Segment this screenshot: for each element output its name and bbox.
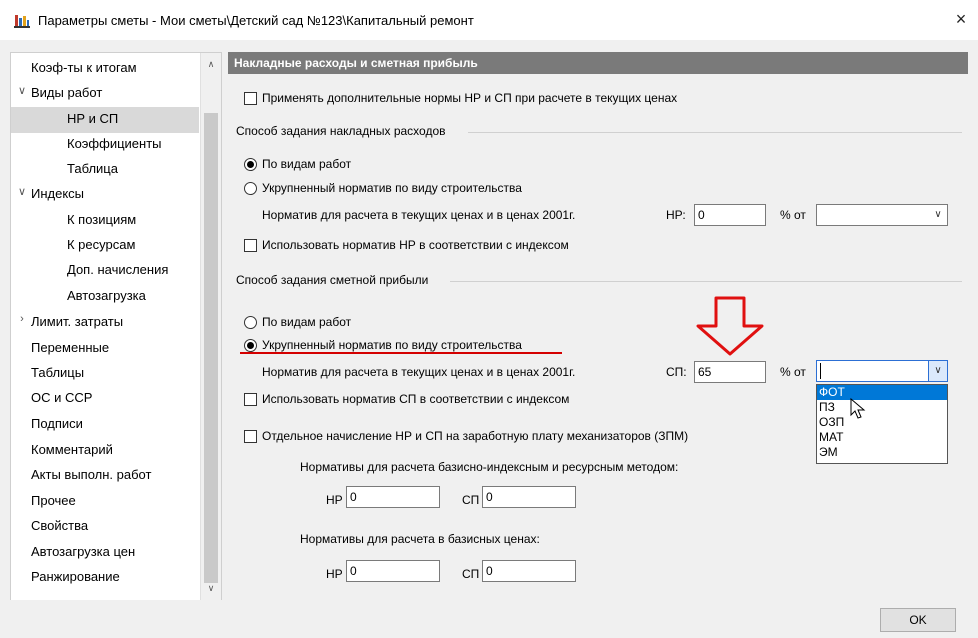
overhead-aggregated-label: Укрупненный норматив по виду строительст… bbox=[262, 181, 522, 195]
annotation-arrow-icon bbox=[696, 296, 764, 356]
base-price-sp-label: СП bbox=[462, 567, 480, 581]
scroll-down-icon[interactable]: ∨ bbox=[204, 583, 218, 597]
dropdown-option[interactable]: ОЗП bbox=[817, 415, 947, 430]
tree-item-limit-costs[interactable]: Лимит. затраты bbox=[31, 311, 123, 333]
annotation-underline bbox=[240, 352, 562, 354]
base-price-sp-input[interactable]: 0 bbox=[482, 560, 576, 582]
text-cursor bbox=[820, 363, 821, 379]
overhead-by-work-types-label: По видам работ bbox=[262, 157, 352, 171]
tree-item-acts[interactable]: Акты выполн. работ bbox=[31, 464, 151, 486]
sp-label: СП: bbox=[666, 365, 687, 379]
separate-charge-label: Отдельное начисление НР и СП на заработн… bbox=[262, 429, 689, 443]
hr-base-select[interactable]: ∨ bbox=[816, 204, 948, 226]
profit-aggregated-label: Укрупненный норматив по виду строительст… bbox=[262, 338, 522, 352]
sp-percent-of-label: % от bbox=[780, 365, 806, 379]
chevron-right-icon[interactable]: › bbox=[15, 313, 29, 325]
sp-base-dropdown-list[interactable]: ФОТ ПЗ ОЗП МАТ ЭМ bbox=[816, 384, 948, 464]
app-icon bbox=[14, 14, 30, 28]
window-title: Параметры сметы - Мои сметы\Детский сад … bbox=[38, 13, 474, 28]
ok-button[interactable]: OK bbox=[880, 608, 956, 632]
scrollbar-thumb[interactable] bbox=[204, 113, 218, 583]
dialog-window: Параметры сметы - Мои сметы\Детский сад … bbox=[0, 0, 978, 638]
sp-input[interactable]: 65 bbox=[694, 361, 766, 383]
base-price-hr-label: НР bbox=[326, 567, 343, 581]
use-hr-index-label: Использовать норматив НР в соответствии … bbox=[262, 238, 569, 252]
tree-item-comment[interactable]: Комментарий bbox=[31, 439, 113, 461]
hr-percent-of-label: % от bbox=[780, 208, 806, 222]
close-icon[interactable]: × bbox=[952, 10, 970, 28]
settings-tree: Коэф-ты к итогам ∨ Виды работ НР и СП Ко… bbox=[10, 52, 222, 602]
tree-item-work-types[interactable]: Виды работ bbox=[31, 82, 102, 104]
title-bar: Параметры сметы - Мои сметы\Детский сад … bbox=[0, 0, 978, 40]
profit-norm-label: Норматив для расчета в текущих ценах и в… bbox=[262, 365, 576, 379]
use-hr-index-checkbox[interactable] bbox=[244, 239, 257, 252]
tree-item-autoload[interactable]: Автозагрузка bbox=[67, 285, 146, 307]
base-index-sp-input[interactable]: 0 bbox=[482, 486, 576, 508]
profit-by-work-types-label: По видам работ bbox=[262, 315, 352, 329]
overhead-by-work-types-radio[interactable] bbox=[244, 158, 257, 171]
apply-additional-norms-label: Применять дополнительные нормы НР и СП п… bbox=[262, 91, 678, 105]
overhead-norm-label: Норматив для расчета в текущих ценах и в… bbox=[262, 208, 576, 222]
hr-label: НР: bbox=[666, 208, 686, 222]
panel-header: Накладные расходы и сметная прибыль bbox=[228, 52, 968, 74]
base-price-hr-input[interactable]: 0 bbox=[346, 560, 440, 582]
tree-item-hr-sp[interactable]: НР и СП bbox=[67, 108, 118, 130]
use-sp-index-checkbox[interactable] bbox=[244, 393, 257, 406]
profit-by-work-types-radio[interactable] bbox=[244, 316, 257, 329]
base-index-hr-input[interactable]: 0 bbox=[346, 486, 440, 508]
sp-base-select[interactable]: ∨ bbox=[816, 360, 948, 382]
chevron-down-icon[interactable]: ∨ bbox=[15, 185, 29, 198]
dropdown-option[interactable]: ПЗ bbox=[817, 400, 947, 415]
sidebar-scrollbar[interactable]: ∧ ∨ bbox=[200, 53, 221, 601]
base-index-norms-title: Нормативы для расчета базисно-индексным … bbox=[300, 460, 679, 474]
scroll-up-icon[interactable]: ∧ bbox=[204, 59, 218, 73]
dropdown-option[interactable]: МАТ bbox=[817, 430, 947, 445]
tree-item-tables[interactable]: Таблицы bbox=[31, 362, 84, 384]
dialog-footer bbox=[0, 600, 978, 638]
base-index-sp-label: СП bbox=[462, 493, 480, 507]
base-index-hr-label: НР bbox=[326, 493, 343, 507]
tree-item-other[interactable]: Прочее bbox=[31, 490, 76, 512]
chevron-down-icon[interactable]: ∨ bbox=[929, 205, 947, 225]
overhead-group-title: Способ задания накладных расходов bbox=[236, 124, 446, 138]
use-sp-index-label: Использовать норматив СП в соответствии … bbox=[262, 392, 570, 406]
group-divider bbox=[450, 281, 962, 282]
tree-item-to-positions[interactable]: К позициям bbox=[67, 209, 136, 231]
apply-additional-norms-checkbox[interactable] bbox=[244, 92, 257, 105]
profit-group-title: Способ задания сметной прибыли bbox=[236, 273, 429, 287]
chevron-down-icon[interactable]: ∨ bbox=[928, 361, 947, 381]
mouse-pointer-icon bbox=[850, 398, 866, 419]
base-price-norms-title: Нормативы для расчета в базисных ценах: bbox=[300, 532, 540, 546]
dropdown-option[interactable]: ФОТ bbox=[817, 385, 947, 400]
tree-item-to-resources[interactable]: К ресурсам bbox=[67, 234, 135, 256]
tree-item-os-ssr[interactable]: ОС и ССР bbox=[31, 387, 92, 409]
hr-input[interactable]: 0 bbox=[694, 204, 766, 226]
tree-item-coef-totals[interactable]: Коэф-ты к итогам bbox=[31, 57, 137, 79]
tree-item-table[interactable]: Таблица bbox=[67, 158, 118, 180]
tree-item-price-autoload[interactable]: Автозагрузка цен bbox=[31, 541, 135, 563]
tree-item-extra-charges[interactable]: Доп. начисления bbox=[67, 259, 168, 281]
profit-aggregated-radio[interactable] bbox=[244, 339, 257, 352]
tree-item-coefficients[interactable]: Коэффициенты bbox=[67, 133, 162, 155]
group-divider bbox=[468, 132, 962, 133]
tree-item-ranking[interactable]: Ранжирование bbox=[31, 566, 120, 588]
tree-item-indexes[interactable]: Индексы bbox=[31, 183, 84, 205]
tree-item-signatures[interactable]: Подписи bbox=[31, 413, 83, 435]
separate-charge-checkbox[interactable] bbox=[244, 430, 257, 443]
tree-item-variables[interactable]: Переменные bbox=[31, 337, 109, 359]
dropdown-option[interactable]: ЭМ bbox=[817, 445, 947, 460]
settings-panel: Накладные расходы и сметная прибыль Прим… bbox=[228, 52, 968, 600]
chevron-down-icon[interactable]: ∨ bbox=[15, 84, 29, 97]
overhead-aggregated-radio[interactable] bbox=[244, 182, 257, 195]
tree-item-properties[interactable]: Свойства bbox=[31, 515, 88, 537]
